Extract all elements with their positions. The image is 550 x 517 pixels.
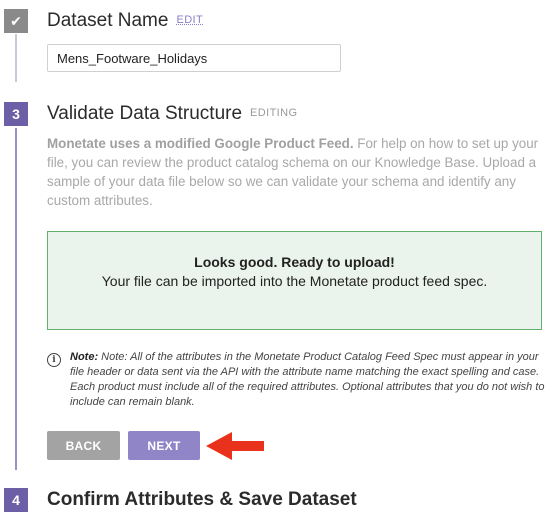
description-bold: Monetate uses a modified Google Product … xyxy=(47,136,354,151)
pointer-arrow-icon xyxy=(206,432,264,460)
validation-success-box: Looks good. Ready to upload! Your file c… xyxy=(47,231,542,330)
step-number-badge: 4 xyxy=(4,488,28,512)
step-title-confirm: Confirm Attributes & Save Dataset xyxy=(47,489,357,510)
next-button[interactable]: NEXT xyxy=(128,431,200,460)
validation-title: Looks good. Ready to upload! xyxy=(194,254,395,270)
attributes-note: Note: Note: All of the attributes in the… xyxy=(70,350,546,410)
info-icon: i xyxy=(47,353,61,367)
step-description: Monetate uses a modified Google Product … xyxy=(47,134,541,210)
arrow-shape xyxy=(206,432,264,460)
step-title-text: Validate Data Structure xyxy=(47,103,243,124)
step-title-text: Dataset Name xyxy=(47,10,169,31)
step-number-badge: 3 xyxy=(4,102,28,126)
back-button[interactable]: BACK xyxy=(47,431,120,460)
step-complete-checkmark-icon: ✔ xyxy=(4,9,28,33)
validation-message: Your file can be imported into the Monet… xyxy=(101,273,488,289)
note-text: Note: All of the attributes in the Monet… xyxy=(70,351,545,408)
dataset-name-field[interactable] xyxy=(47,44,341,72)
step-connector-2 xyxy=(15,128,17,470)
note-label: Note: xyxy=(70,351,99,363)
editing-label: EDITING xyxy=(250,107,298,119)
edit-link[interactable]: EDIT xyxy=(176,14,203,26)
step-title-validate: Validate Data Structure EDITING xyxy=(47,103,297,125)
step-connector-1 xyxy=(15,34,17,82)
step-title-dataset-name: Dataset Name EDIT xyxy=(47,10,203,32)
